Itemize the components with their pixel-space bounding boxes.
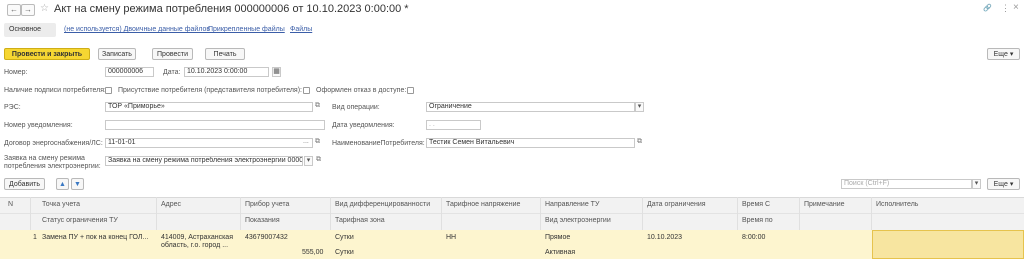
table-more-button[interactable]: Еще ▾	[987, 178, 1020, 190]
save-button[interactable]: Записать	[98, 48, 136, 60]
row-reading: 555,00	[302, 249, 324, 256]
more-actions-button[interactable]: Еще ▾	[987, 48, 1020, 60]
col-energy-type[interactable]: Вид электроэнергии	[545, 217, 611, 224]
page-title: Акт на смену режима потребления 00000000…	[54, 3, 409, 15]
ellipsis-icon[interactable]: ...	[303, 138, 309, 145]
consumer-signature-label: Наличие подписи потребителя:	[4, 87, 106, 94]
operation-select[interactable]: Ограничение	[426, 102, 635, 112]
request-label-2: потребления электроэнергии:	[4, 163, 101, 170]
table-row[interactable]	[0, 230, 1024, 259]
col-direction[interactable]: Направление ТУ	[545, 201, 599, 208]
col-reading[interactable]: Показания	[245, 217, 280, 224]
notice-date-label: Дата уведомления:	[332, 122, 395, 129]
col-meter[interactable]: Прибор учета	[245, 201, 289, 208]
table-search-input[interactable]: Поиск (Ctrl+F)	[841, 179, 972, 189]
col-n[interactable]: N	[8, 201, 13, 208]
consumer-presence-label: Присутствие потребителя (представителя п…	[118, 87, 303, 94]
executor-cell[interactable]	[872, 230, 1024, 259]
move-down-button[interactable]: ▼	[71, 178, 84, 190]
row-date: 10.10.2023	[647, 234, 683, 241]
tab-attached-files[interactable]: Прикрепленные файлы	[208, 26, 285, 33]
date-label: Дата:	[163, 69, 181, 76]
row-voltage: НН	[446, 234, 457, 241]
post-and-close-button[interactable]: Провести и закрыть	[4, 48, 90, 60]
row-address-line1: 414009, Астраханская	[161, 234, 233, 241]
col-point[interactable]: Точка учета	[42, 201, 80, 208]
col-time-from[interactable]: Время С	[742, 201, 770, 208]
open-link-icon-3[interactable]: ⧉	[637, 138, 642, 146]
col-note[interactable]: Примечание	[804, 201, 845, 208]
col-executor[interactable]: Исполнитель	[876, 201, 918, 208]
col-address[interactable]: Адрес	[161, 201, 181, 208]
row-direction: Прямое	[545, 234, 571, 241]
res-label: РЭС:	[4, 104, 21, 111]
contract-label: Договор энергоснабжения/ЛС:	[4, 140, 103, 147]
consumer-name-input[interactable]: Тестик Семен Витальевич	[426, 138, 635, 148]
col-status[interactable]: Статус ограничения ТУ	[42, 217, 118, 224]
tab-binary-files[interactable]: (не используется) Двоичные данные файлов	[64, 26, 210, 33]
search-dropdown-icon[interactable]: ▾	[972, 179, 981, 189]
open-link-icon-2[interactable]: ⧉	[315, 138, 320, 146]
row-point: Замена ПУ + пок на конец ГОЛ...	[42, 234, 149, 241]
contract-input[interactable]: 11-01-01	[105, 138, 313, 148]
forward-button[interactable]: →	[21, 4, 35, 16]
close-icon[interactable]: ×	[1013, 2, 1019, 13]
col-diff-type[interactable]: Вид дифференцированности	[335, 201, 430, 208]
consumer-signature-checkbox[interactable]	[105, 87, 112, 94]
back-button[interactable]: ←	[7, 4, 21, 16]
row-tariff-zone: Сутки	[335, 249, 354, 256]
link-icon[interactable]: 🔗	[983, 4, 992, 12]
favorite-star-icon[interactable]: ☆	[40, 3, 49, 14]
col-tariff-zone[interactable]: Тарифная зона	[335, 217, 385, 224]
open-link-icon[interactable]: ⧉	[315, 102, 320, 110]
col-date[interactable]: Дата ограничения	[647, 201, 706, 208]
row-address-line2: область, г.о. город ...	[161, 242, 229, 249]
refusal-label: Оформлен отказ в доступе:	[316, 87, 407, 94]
move-up-button[interactable]: ▲	[56, 178, 69, 190]
res-input[interactable]: ТОР «Приморье»	[105, 102, 313, 112]
col-voltage[interactable]: Тарифное напряжение	[446, 201, 520, 208]
row-energy-type: Активная	[545, 249, 576, 256]
request-label-1: Заявка на смену режима	[4, 155, 85, 162]
tab-files[interactable]: Файлы	[290, 26, 312, 33]
request-dropdown-icon[interactable]: ▾	[304, 156, 313, 166]
tab-main[interactable]: Основное	[9, 26, 41, 33]
request-input[interactable]: Заявка на смену режима потребления элект…	[105, 156, 303, 166]
col-time-to[interactable]: Время по	[742, 217, 773, 224]
notice-date-input[interactable]: . .	[426, 120, 481, 130]
number-label: Номер:	[4, 69, 28, 76]
row-diff-type: Сутки	[335, 234, 354, 241]
consumer-name-label: НаименованиеПотребителя:	[332, 140, 425, 147]
refusal-checkbox[interactable]	[407, 87, 414, 94]
open-link-icon-4[interactable]: ⧉	[316, 156, 321, 164]
chevron-down-icon[interactable]: ▾	[635, 102, 644, 112]
consumer-presence-checkbox[interactable]	[303, 87, 310, 94]
row-number: 1	[33, 234, 37, 241]
print-button[interactable]: Печать	[205, 48, 245, 60]
number-input[interactable]: 000000006	[105, 67, 154, 77]
calendar-icon[interactable]: ▦	[272, 67, 281, 77]
post-button[interactable]: Провести	[152, 48, 193, 60]
operation-label: Вид операции:	[332, 104, 380, 111]
notice-number-input[interactable]	[105, 120, 325, 130]
date-input[interactable]: 10.10.2023 0:00:00	[184, 67, 269, 77]
notice-number-label: Номер уведомления:	[4, 122, 73, 129]
row-meter: 43679007432	[245, 234, 288, 241]
add-row-button[interactable]: Добавить	[4, 178, 45, 190]
more-icon[interactable]: ⋮	[1001, 3, 1010, 14]
row-time-from: 8:00:00	[742, 234, 766, 241]
